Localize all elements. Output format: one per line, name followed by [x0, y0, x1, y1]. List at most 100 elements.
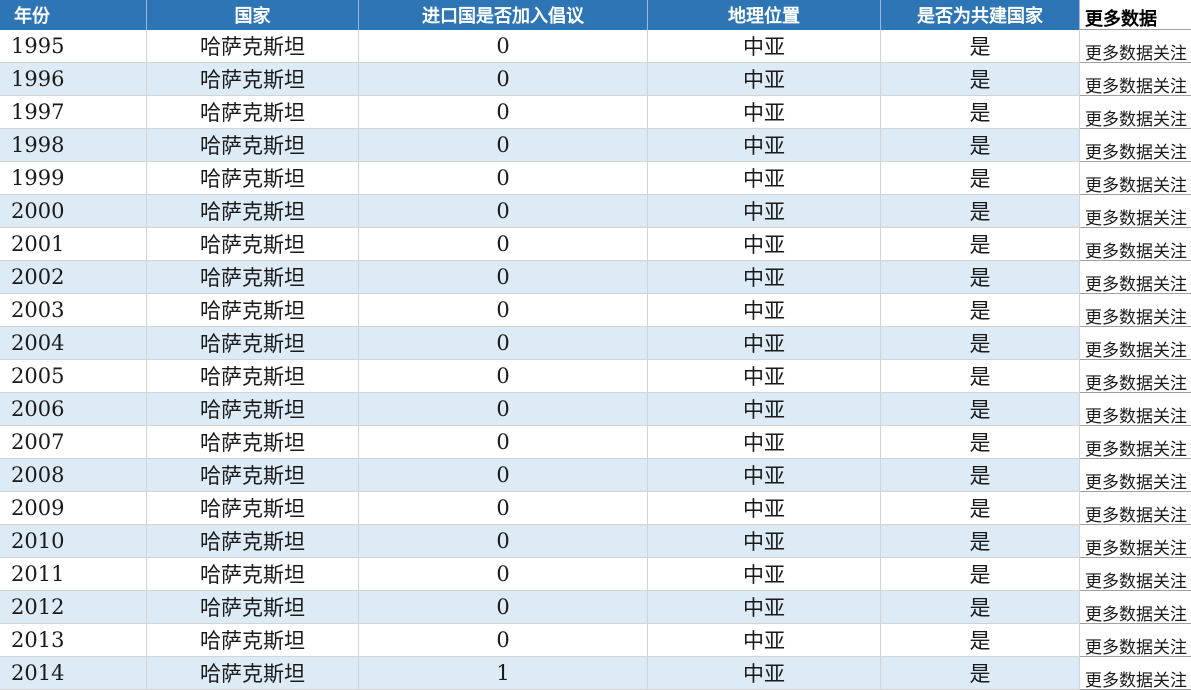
more-data-cell[interactable]: 更多数据关注 — [1080, 657, 1191, 690]
more-data-cell[interactable]: 更多数据关注 — [1080, 129, 1191, 162]
more-data-cell[interactable]: 更多数据关注 — [1080, 459, 1191, 492]
more-data-cell[interactable]: 更多数据关注 — [1080, 558, 1191, 591]
more-data-cell[interactable]: 更多数据关注 — [1080, 63, 1191, 96]
joined-cell[interactable]: 0 — [359, 426, 648, 459]
partner-cell[interactable]: 是 — [881, 294, 1080, 327]
location-cell[interactable]: 中亚 — [648, 657, 881, 690]
location-cell[interactable]: 中亚 — [648, 63, 881, 96]
partner-cell[interactable]: 是 — [881, 393, 1080, 426]
country-cell[interactable]: 哈萨克斯坦 — [147, 558, 359, 591]
more-data-cell[interactable]: 更多数据关注 — [1080, 492, 1191, 525]
header-partner-country[interactable]: 是否为共建国家 — [881, 0, 1080, 30]
location-cell[interactable]: 中亚 — [648, 459, 881, 492]
joined-cell[interactable]: 0 — [359, 624, 648, 657]
location-cell[interactable]: 中亚 — [648, 624, 881, 657]
joined-cell[interactable]: 0 — [359, 195, 648, 228]
country-cell[interactable]: 哈萨克斯坦 — [147, 228, 359, 261]
country-cell[interactable]: 哈萨克斯坦 — [147, 459, 359, 492]
more-data-cell[interactable]: 更多数据关注 — [1080, 228, 1191, 261]
location-cell[interactable]: 中亚 — [648, 228, 881, 261]
year-cell[interactable]: 2004 — [0, 327, 147, 360]
more-data-cell[interactable]: 更多数据关注 — [1080, 426, 1191, 459]
year-cell[interactable]: 1996 — [0, 63, 147, 96]
header-more-data[interactable]: 更多数据 — [1080, 0, 1191, 30]
year-cell[interactable]: 1995 — [0, 30, 147, 63]
joined-cell[interactable]: 0 — [359, 228, 648, 261]
joined-cell[interactable]: 0 — [359, 96, 648, 129]
country-cell[interactable]: 哈萨克斯坦 — [147, 63, 359, 96]
country-cell[interactable]: 哈萨克斯坦 — [147, 360, 359, 393]
location-cell[interactable]: 中亚 — [648, 162, 881, 195]
partner-cell[interactable]: 是 — [881, 558, 1080, 591]
country-cell[interactable]: 哈萨克斯坦 — [147, 591, 359, 624]
more-data-cell[interactable]: 更多数据关注 — [1080, 30, 1191, 63]
country-cell[interactable]: 哈萨克斯坦 — [147, 525, 359, 558]
year-cell[interactable]: 2010 — [0, 525, 147, 558]
year-cell[interactable]: 2009 — [0, 492, 147, 525]
partner-cell[interactable]: 是 — [881, 195, 1080, 228]
location-cell[interactable]: 中亚 — [648, 492, 881, 525]
joined-cell[interactable]: 0 — [359, 558, 648, 591]
year-cell[interactable]: 2002 — [0, 261, 147, 294]
location-cell[interactable]: 中亚 — [648, 426, 881, 459]
country-cell[interactable]: 哈萨克斯坦 — [147, 294, 359, 327]
partner-cell[interactable]: 是 — [881, 492, 1080, 525]
partner-cell[interactable]: 是 — [881, 360, 1080, 393]
country-cell[interactable]: 哈萨克斯坦 — [147, 393, 359, 426]
year-cell[interactable]: 2012 — [0, 591, 147, 624]
country-cell[interactable]: 哈萨克斯坦 — [147, 327, 359, 360]
joined-cell[interactable]: 0 — [359, 591, 648, 624]
more-data-cell[interactable]: 更多数据关注 — [1080, 327, 1191, 360]
partner-cell[interactable]: 是 — [881, 162, 1080, 195]
joined-cell[interactable]: 0 — [359, 162, 648, 195]
country-cell[interactable]: 哈萨克斯坦 — [147, 624, 359, 657]
country-cell[interactable]: 哈萨克斯坦 — [147, 492, 359, 525]
joined-cell[interactable]: 0 — [359, 525, 648, 558]
joined-cell[interactable]: 0 — [359, 129, 648, 162]
location-cell[interactable]: 中亚 — [648, 294, 881, 327]
joined-cell[interactable]: 0 — [359, 63, 648, 96]
partner-cell[interactable]: 是 — [881, 129, 1080, 162]
header-country[interactable]: 国家 — [147, 0, 359, 30]
more-data-cell[interactable]: 更多数据关注 — [1080, 162, 1191, 195]
year-cell[interactable]: 1999 — [0, 162, 147, 195]
more-data-cell[interactable]: 更多数据关注 — [1080, 624, 1191, 657]
partner-cell[interactable]: 是 — [881, 327, 1080, 360]
more-data-cell[interactable]: 更多数据关注 — [1080, 96, 1191, 129]
country-cell[interactable]: 哈萨克斯坦 — [147, 195, 359, 228]
header-year[interactable]: 年份 — [0, 0, 147, 30]
location-cell[interactable]: 中亚 — [648, 195, 881, 228]
partner-cell[interactable]: 是 — [881, 30, 1080, 63]
year-cell[interactable]: 2001 — [0, 228, 147, 261]
location-cell[interactable]: 中亚 — [648, 30, 881, 63]
country-cell[interactable]: 哈萨克斯坦 — [147, 162, 359, 195]
location-cell[interactable]: 中亚 — [648, 261, 881, 294]
year-cell[interactable]: 2005 — [0, 360, 147, 393]
partner-cell[interactable]: 是 — [881, 657, 1080, 690]
location-cell[interactable]: 中亚 — [648, 327, 881, 360]
joined-cell[interactable]: 0 — [359, 261, 648, 294]
header-joined-initiative[interactable]: 进口国是否加入倡议 — [359, 0, 648, 30]
year-cell[interactable]: 2008 — [0, 459, 147, 492]
more-data-cell[interactable]: 更多数据关注 — [1080, 393, 1191, 426]
location-cell[interactable]: 中亚 — [648, 393, 881, 426]
partner-cell[interactable]: 是 — [881, 228, 1080, 261]
country-cell[interactable]: 哈萨克斯坦 — [147, 96, 359, 129]
country-cell[interactable]: 哈萨克斯坦 — [147, 30, 359, 63]
location-cell[interactable]: 中亚 — [648, 591, 881, 624]
location-cell[interactable]: 中亚 — [648, 525, 881, 558]
partner-cell[interactable]: 是 — [881, 624, 1080, 657]
partner-cell[interactable]: 是 — [881, 96, 1080, 129]
country-cell[interactable]: 哈萨克斯坦 — [147, 261, 359, 294]
year-cell[interactable]: 1997 — [0, 96, 147, 129]
more-data-cell[interactable]: 更多数据关注 — [1080, 294, 1191, 327]
year-cell[interactable]: 2006 — [0, 393, 147, 426]
more-data-cell[interactable]: 更多数据关注 — [1080, 591, 1191, 624]
year-cell[interactable]: 2007 — [0, 426, 147, 459]
country-cell[interactable]: 哈萨克斯坦 — [147, 657, 359, 690]
partner-cell[interactable]: 是 — [881, 261, 1080, 294]
location-cell[interactable]: 中亚 — [648, 360, 881, 393]
joined-cell[interactable]: 0 — [359, 393, 648, 426]
joined-cell[interactable]: 0 — [359, 459, 648, 492]
year-cell[interactable]: 2000 — [0, 195, 147, 228]
